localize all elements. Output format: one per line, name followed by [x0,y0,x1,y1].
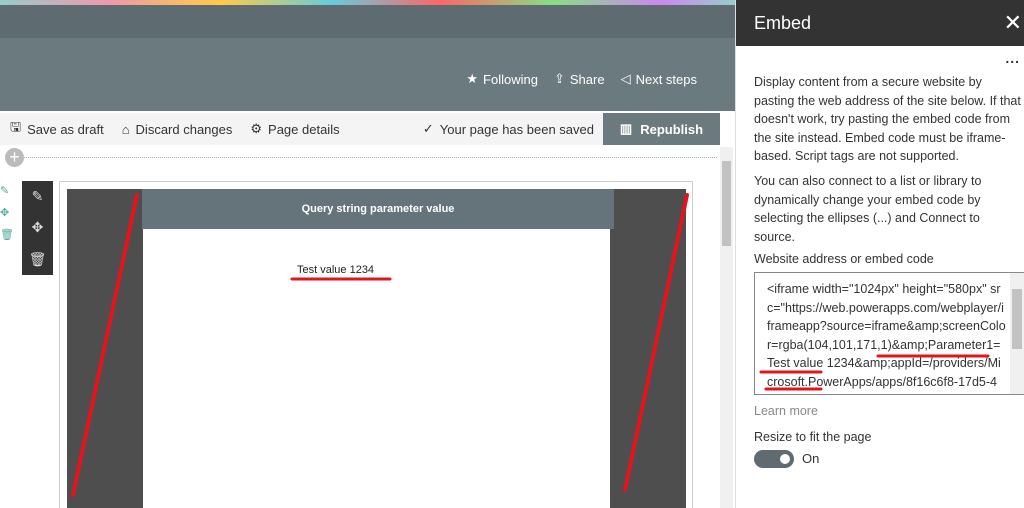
header-actions: ★ Following ⇪ Share ◁ Next steps [466,71,697,87]
panel-title: Embed [736,0,1024,46]
discard-changes-button[interactable]: ⌂ Discard changes [122,122,233,137]
resize-label: Resize to fit the page [754,430,872,444]
close-icon[interactable]: ✕ [1004,10,1022,36]
republish-button[interactable]: ▥ Republish [603,113,720,145]
test-value-label: Test value 1234 [297,264,375,276]
app-side-right [610,189,686,508]
save-status: ✓ Your page has been saved [422,121,594,137]
following-button[interactable]: ★ Following [466,71,538,87]
panel-description-connect: You can also connect to a list or librar… [754,174,982,244]
book-icon: ▥ [619,121,633,136]
check-icon: ✓ [422,121,434,136]
command-bar: 🖫 Save as draft ⌂ Discard changes ⚙ Page de… [0,113,720,145]
embed-field-label: Website address or embed code [754,252,934,266]
save-icon: 🖫 [10,119,22,134]
save-draft-button[interactable]: 🖫 Save as draft [10,118,104,140]
app-side-left [67,189,143,508]
move-icon[interactable]: ✥ [32,219,44,236]
share-icon: ⇪ [553,71,565,86]
delete-trash-icon[interactable]: 🗑 [29,251,47,268]
gear-icon: ⚙ [250,121,263,136]
share-button[interactable]: ⇪ Share [554,71,605,87]
embed-code-input[interactable]: <iframe width="1024px" height="580px" sr… [754,272,1024,395]
page-scrollbar[interactable] [720,147,733,508]
webpart-toolbar: ✎ ✥ 🗑 [22,181,53,275]
app-title-bar: Query string parameter value [142,189,614,229]
add-section-button[interactable]: + [5,148,24,167]
embed-panel: Embed ✕ ... Display content from a secur… [735,0,1024,508]
suite-bar [0,5,735,38]
star-icon: ★ [466,71,479,86]
section-divider [22,157,717,158]
section-toolbar-partial: ✎ ✥ 🗑 [0,185,14,241]
panel-description: Display content from a secure website by… [754,75,1021,163]
learn-more-link[interactable]: Learn more [754,404,818,418]
embed-webpart[interactable]: Query string parameter value Test value … [59,181,693,508]
textarea-scrollbar[interactable] [1010,273,1024,394]
more-ellipsis-icon[interactable]: ... [1005,50,1020,66]
next-steps-button[interactable]: ◁ Next steps [621,71,697,87]
megaphone-icon: ◁ [620,71,631,86]
resize-toggle-state: On [802,451,820,466]
discard-icon: ⌂ [121,121,130,137]
resize-toggle[interactable] [754,450,794,468]
page-details-button[interactable]: ⚙ Page details [250,121,339,137]
edit-pencil-icon[interactable]: ✎ [32,188,44,205]
